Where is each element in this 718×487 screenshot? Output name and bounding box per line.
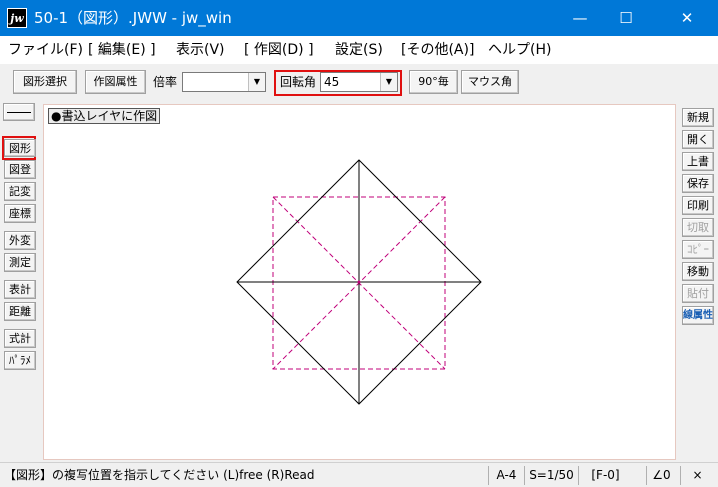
- deg90-button[interactable]: 90°毎: [409, 70, 458, 94]
- tool-shape-register[interactable]: 図登: [4, 160, 36, 179]
- status-grid[interactable]: ×: [680, 466, 714, 485]
- status-angle[interactable]: ∠0: [646, 466, 676, 485]
- tool-paste[interactable]: 貼付: [682, 284, 714, 303]
- line-style-button[interactable]: [3, 103, 35, 121]
- shape-select-button[interactable]: 図形選択: [13, 70, 77, 94]
- menu-draw[interactable]: [ 作図(D) ]: [244, 40, 314, 60]
- menu-file[interactable]: ファイル(F): [8, 40, 83, 60]
- rotation-angle-select[interactable]: 45 ▼: [320, 72, 398, 92]
- tool-new[interactable]: 新規: [682, 108, 714, 127]
- left-tool-panel: 図形 図登 記変 座標 外変 測定 表計 距離 式計 ﾊﾟﾗﾒ: [0, 100, 40, 462]
- status-paper[interactable]: A-4: [488, 466, 524, 485]
- tool-cut[interactable]: 切取: [682, 218, 714, 237]
- right-tool-panel: 新規 開く 上書 保存 印刷 切取 ｺﾋﾟｰ 移動 貼付 線属性: [678, 100, 718, 462]
- tool-external-convert[interactable]: 外変: [4, 231, 36, 250]
- close-button[interactable]: ✕: [664, 0, 710, 36]
- menu-settings[interactable]: 設定(S): [335, 40, 383, 60]
- toolbar: 図形選択 作図属性 倍率 ▼ 回転角 45 ▼ 90°毎 マウス角: [0, 64, 718, 100]
- tool-coordinate[interactable]: 座標: [4, 204, 36, 223]
- scale-select[interactable]: ▼: [182, 72, 266, 92]
- tool-save[interactable]: 保存: [682, 174, 714, 193]
- tool-move[interactable]: 移動: [682, 262, 714, 281]
- tool-overwrite[interactable]: 上書: [682, 152, 714, 171]
- status-layer[interactable]: [F-0]: [578, 466, 632, 485]
- tool-symbol-convert[interactable]: 記変: [4, 182, 36, 201]
- rotation-angle-value: 45: [324, 75, 340, 89]
- menu-help[interactable]: ヘルプ(H): [488, 40, 551, 60]
- menu-edit[interactable]: [ 編集(E) ]: [88, 40, 156, 60]
- tool-distance[interactable]: 距離: [4, 302, 36, 321]
- tool-parametric[interactable]: ﾊﾟﾗﾒ: [4, 351, 36, 370]
- maximize-button[interactable]: ☐: [603, 0, 649, 36]
- rotation-label: 回転角: [280, 75, 317, 89]
- menu-bar: ファイル(F) [ 編集(E) ] 表示(V) [ 作図(D) ] 設定(S) …: [0, 36, 718, 64]
- menu-view[interactable]: 表示(V): [176, 40, 225, 60]
- tool-print[interactable]: 印刷: [682, 196, 714, 215]
- chevron-down-icon[interactable]: ▼: [248, 73, 265, 91]
- tool-measure[interactable]: 測定: [4, 253, 36, 272]
- menu-other[interactable]: [その他(A)]: [401, 40, 474, 60]
- drawing-svg: [236, 159, 482, 405]
- app-icon: jw: [7, 8, 27, 28]
- draw-attr-button[interactable]: 作図属性: [85, 70, 146, 94]
- tool-open[interactable]: 開く: [682, 130, 714, 149]
- tool-line-attr[interactable]: 線属性: [682, 306, 714, 325]
- center-point: [357, 280, 361, 284]
- tool-table-calc[interactable]: 表計: [4, 280, 36, 299]
- scale-label: 倍率: [153, 75, 178, 89]
- status-scale[interactable]: S=1/50: [524, 466, 578, 485]
- status-message: 【図形】の複写位置を指示してください (L)free (R)Read: [4, 468, 315, 482]
- line-sample-icon: [7, 112, 31, 113]
- chevron-down-icon[interactable]: ▼: [380, 73, 397, 91]
- tool-copy[interactable]: ｺﾋﾟｰ: [682, 240, 714, 259]
- mouse-angle-button[interactable]: マウス角: [461, 70, 519, 94]
- tool-shape[interactable]: 図形: [4, 139, 36, 157]
- window-title: 50-1（図形）.JWW - jw_win: [34, 9, 232, 27]
- title-bar: jw 50-1（図形）.JWW - jw_win — ☐ ✕: [0, 0, 718, 36]
- drawing-canvas[interactable]: ●書込レイヤに作図: [43, 104, 676, 460]
- status-bar: 【図形】の複写位置を指示してください (L)free (R)Read A-4 S…: [0, 462, 718, 487]
- minimize-button[interactable]: —: [557, 0, 603, 36]
- tool-formula-calc[interactable]: 式計: [4, 329, 36, 348]
